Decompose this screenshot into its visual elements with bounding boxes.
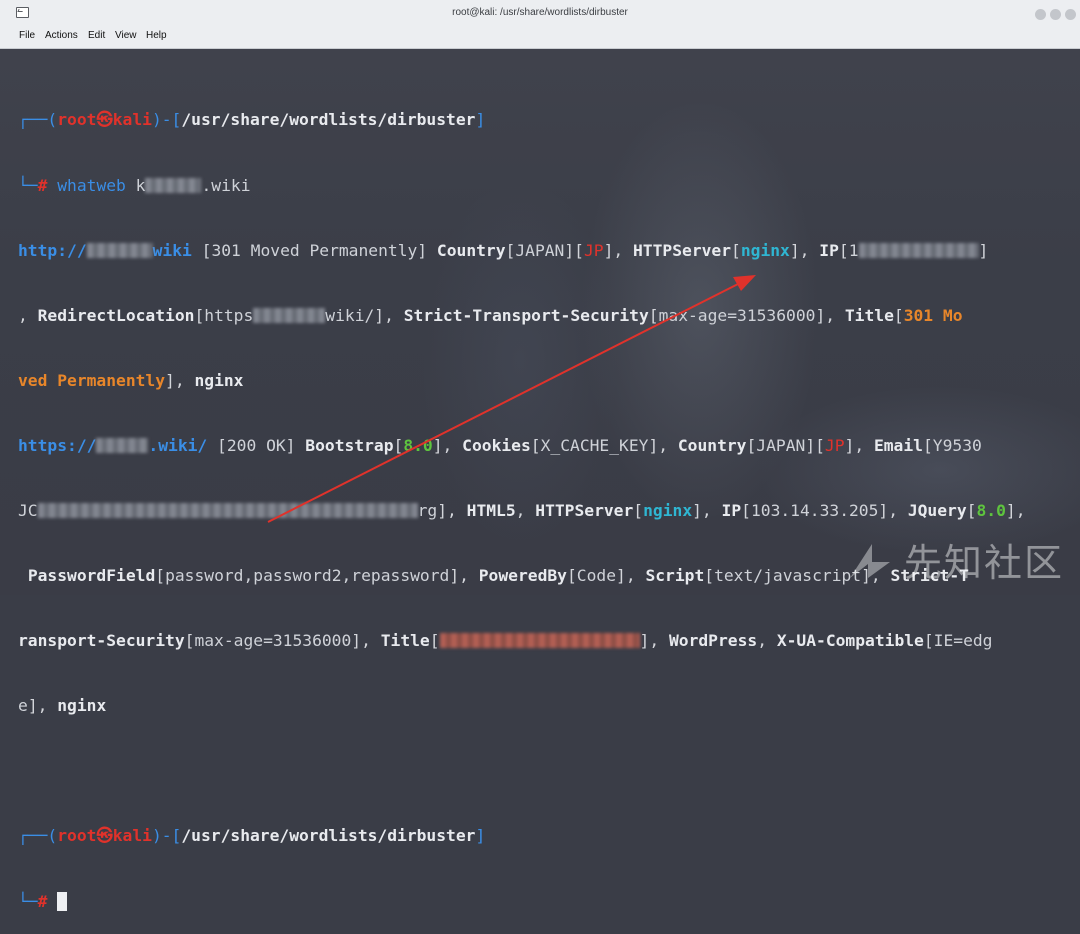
prompt-host: kali [112, 826, 152, 846]
xua-value: IE=edg [933, 631, 993, 651]
redacted-title [439, 633, 640, 649]
watermark-logo-icon [850, 544, 890, 578]
prompt-corner-end: ] [475, 826, 486, 846]
arrow-shaft [267, 281, 743, 523]
plugin-title: Title [380, 631, 430, 651]
xua-value-wrap: e [18, 696, 28, 716]
prompt-corner-bottom: └─ [18, 891, 38, 911]
watermark-text: 先知社区 [903, 541, 1064, 585]
plugin-xua: X-UA-Compatible [776, 631, 924, 651]
output-line: e], nginx [18, 696, 107, 716]
output-line: ransport-Security[max-age=31536000], Tit… [18, 631, 993, 651]
plugin-sts-wrap: ransport-Security [18, 631, 185, 651]
prompt-at-symbol: ㉿ [96, 826, 113, 846]
prompt-corner-mid: )-[ [151, 826, 182, 846]
plugin-nginx: nginx [57, 696, 107, 716]
sts-value: max-age=31536000 [194, 631, 352, 651]
prompt-user: root [57, 826, 97, 846]
prompt-hash: # [37, 891, 48, 911]
prompt-corner-top: ┌──( [18, 826, 58, 846]
prompt-line-2: ┌──(root㉿kali)-[/usr/share/wordlists/dir… [18, 825, 1068, 847]
prompt-cwd: /usr/share/wordlists/dirbuster [181, 826, 476, 846]
plugin-wordpress: WordPress [668, 631, 758, 651]
text-cursor[interactable] [57, 891, 68, 911]
input-line[interactable]: └─# [18, 891, 1068, 913]
annotation-arrow [267, 275, 756, 523]
arrow-head [733, 275, 756, 291]
